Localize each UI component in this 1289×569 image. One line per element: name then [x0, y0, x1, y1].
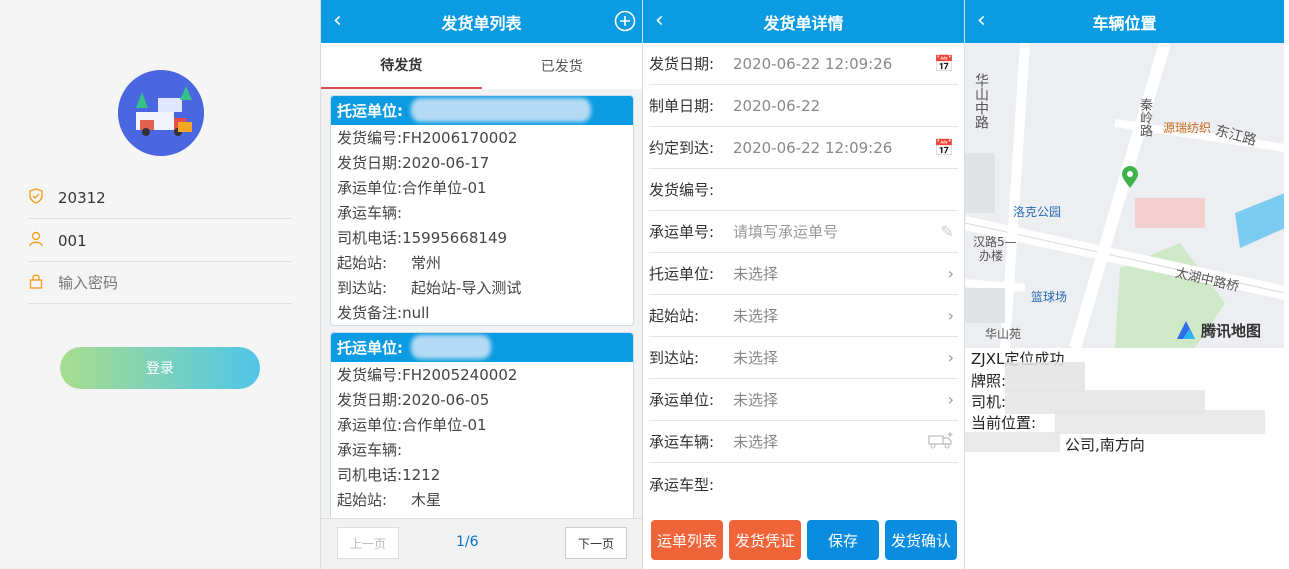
form-row-arrival-date[interactable]: 约定到达: 2020-06-22 12:09:26 📅	[649, 127, 958, 169]
card-header: 托运单位:	[331, 333, 633, 362]
waybill-list-button[interactable]: 运单列表	[651, 520, 723, 560]
form-row-carrier[interactable]: 承运单位: 未选择 ›	[649, 379, 958, 421]
shipment-card[interactable]: 托运单位: 发货编号: FH2005240002 发货日期: 2020-06-05 …	[330, 332, 634, 522]
password-placeholder: 输入密码	[58, 274, 119, 292]
username-field[interactable]: 20312	[28, 177, 292, 219]
card-header: 托运单位:	[331, 96, 633, 125]
tab-shipped[interactable]: 已发货	[482, 43, 643, 89]
chevron-right-icon: ›	[947, 306, 954, 325]
password-field[interactable]: 输入密码	[28, 262, 292, 304]
form-row-carrier-number[interactable]: 承运单号: 请填写承运单号 ✎	[649, 211, 958, 253]
truck-add-icon[interactable]	[928, 431, 954, 453]
map-poi-label: 洛克公园	[1013, 205, 1062, 219]
redacted-block	[411, 335, 491, 359]
logo-avatar	[118, 70, 204, 156]
form-row-create-date: 制单日期: 2020-06-22	[649, 85, 958, 127]
card-row: 承运车辆:	[337, 204, 403, 222]
page-title: 发货单详情	[763, 13, 844, 33]
page-title: 车辆位置	[1092, 13, 1157, 33]
page-title: 发货单列表	[441, 13, 522, 33]
next-page-button[interactable]: 下一页	[565, 527, 627, 559]
shipping-voucher-button[interactable]: 发货凭证	[729, 520, 801, 560]
redacted-block	[411, 98, 591, 122]
calendar-icon[interactable]: 📅	[934, 54, 954, 73]
page-indicator: 1/6	[456, 534, 479, 550]
back-icon[interactable]: ‹	[655, 8, 664, 33]
plate-label: 牌照:	[971, 372, 1007, 390]
card-row: 起始站: 木星	[337, 491, 442, 509]
code-value: 001	[58, 231, 87, 250]
tencent-map-logo: 腾讯地图	[1175, 319, 1261, 341]
map-road-label: 办楼	[979, 249, 1004, 263]
back-icon[interactable]: ‹	[333, 8, 342, 33]
form-row-vehicle[interactable]: 承运车辆: 未选择	[649, 421, 958, 463]
card-row: 发货日期: 2020-06-17	[337, 153, 490, 173]
card-row: 到达站: 起始站-导入测试	[337, 279, 522, 297]
prev-page-button[interactable]: 上一页	[337, 527, 399, 559]
map-header: ‹ 车辆位置	[965, 0, 1284, 43]
add-circle-icon[interactable]	[614, 10, 636, 36]
chevron-right-icon: ›	[947, 264, 954, 283]
code-field[interactable]: 001	[28, 220, 292, 262]
card-row: 司机电话: 15995668149	[337, 228, 508, 248]
card-row: 发货日期: 2020-06-05	[337, 390, 490, 410]
login-button[interactable]: 登录	[60, 347, 260, 389]
form-row-ship-number: 发货编号:	[649, 169, 958, 211]
card-row: 发货备注: null	[337, 303, 430, 323]
card-header-label: 托运单位:	[337, 102, 403, 120]
login-panel: 20312 001 输入密码 登录	[0, 0, 320, 569]
confirm-shipment-button[interactable]: 发货确认	[885, 520, 957, 560]
card-row: 司机电话: 1212	[337, 465, 441, 485]
tab-pending[interactable]: 待发货	[321, 43, 482, 89]
position-value: 公司,南方向	[1065, 436, 1145, 454]
card-row: 发货编号: FH2005240002	[337, 365, 518, 385]
save-button[interactable]: 保存	[807, 520, 879, 560]
lock-icon	[28, 273, 58, 293]
chevron-right-icon: ›	[947, 390, 954, 409]
calendar-icon[interactable]: 📅	[934, 138, 954, 157]
card-row: 承运单位: 合作单位-01	[337, 179, 487, 197]
map-view[interactable]: 华山中路 秦岭路 东江路 太湖中路桥 汉路5— 办楼 源瑞纺织 洛克公园 篮球场…	[965, 43, 1284, 348]
action-bar: 运单列表 发货凭证 保存 发货确认	[643, 520, 964, 561]
vehicle-location-panel: ‹ 车辆位置 华山中路 秦岭路 东江路 太湖中路桥 汉路5— 办楼 源瑞纺织 洛…	[964, 0, 1284, 569]
carrier-number-input[interactable]: 请填写承运单号	[733, 221, 838, 242]
card-header-label: 托运单位:	[337, 339, 403, 357]
redacted-block	[1055, 410, 1265, 434]
pencil-icon: ✎	[940, 222, 954, 241]
user-icon	[28, 231, 58, 251]
card-row: 发货编号: FH2006170002	[337, 128, 518, 148]
location-pin-icon	[1120, 165, 1140, 193]
card-row: 起始站: 常州	[337, 254, 442, 272]
card-row: 承运车辆:	[337, 441, 403, 459]
detail-header: ‹ 发货单详情	[643, 0, 964, 43]
card-row: 承运单位: 合作单位-01	[337, 416, 487, 434]
shipment-detail-panel: ‹ 发货单详情 发货日期: 2020-06-22 12:09:26 📅 制单日期: 2…	[642, 0, 964, 569]
back-icon[interactable]: ‹	[977, 8, 986, 33]
redacted-block	[965, 432, 1060, 452]
username-value: 20312	[58, 188, 106, 207]
redacted-block	[1005, 362, 1085, 392]
chevron-right-icon: ›	[947, 348, 954, 367]
shield-icon	[28, 187, 58, 208]
form-row-origin[interactable]: 起始站: 未选择 ›	[649, 295, 958, 337]
map-poi-label: 篮球场	[1031, 290, 1068, 304]
status-tabs: 待发货 已发货	[321, 43, 642, 89]
shipment-card[interactable]: 托运单位: 发货编号: FH2006170002 发货日期: 2020-06-17 …	[330, 95, 634, 326]
shipment-list-panel: ‹ 发货单列表 待发货 已发货 托运单位: 发货编号: FH2006170002 …	[320, 0, 642, 569]
map-poi-label: 华山苑	[985, 327, 1022, 341]
list-header: ‹ 发货单列表	[321, 0, 642, 43]
map-road-label: 秦岭路	[1137, 98, 1152, 137]
form-row-ship-date[interactable]: 发货日期: 2020-06-22 12:09:26 📅	[649, 43, 958, 85]
driver-label: 司机:	[971, 393, 1007, 411]
form-row-destination[interactable]: 到达站: 未选择 ›	[649, 337, 958, 379]
map-road-label: 华山中路	[973, 73, 989, 129]
form-row-consignor[interactable]: 托运单位: 未选择 ›	[649, 253, 958, 295]
map-poi-label: 源瑞纺织	[1163, 121, 1212, 135]
position-label: 当前位置:	[971, 414, 1037, 432]
pagination-bar: 上一页 1/6 下一页	[321, 518, 642, 569]
form-row-vehicle-type[interactable]: 承运车型:	[649, 463, 958, 505]
